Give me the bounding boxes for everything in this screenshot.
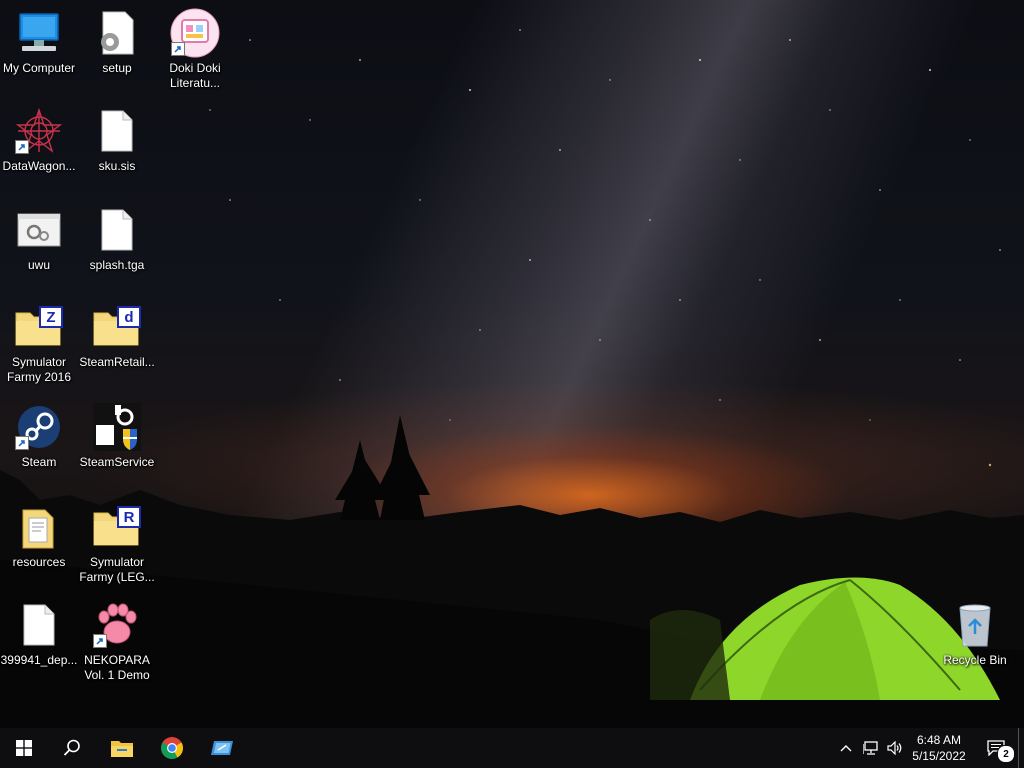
datawagon-icon (13, 106, 65, 156)
icon-label: My Computer (2, 61, 76, 75)
shortcut-arrow-icon (171, 42, 185, 56)
remote-desktop-icon (211, 741, 233, 755)
icon-label: sku.sis (98, 159, 136, 173)
icon-label: resources (12, 555, 66, 569)
desktop-icon-splash-tga[interactable]: splash.tga (78, 205, 156, 273)
desktop-icon-symulator-farmy-leg[interactable]: R Symulator Farmy (LEG... (78, 502, 156, 585)
svg-text:R: R (124, 509, 135, 526)
desktop-icon-symulator-farmy-2016[interactable]: Z Symulator Farmy 2016 (0, 302, 78, 385)
steam-icon (13, 402, 65, 452)
action-center-button[interactable]: 2 (978, 728, 1015, 768)
folder-documents-icon (13, 502, 65, 552)
file-icon (91, 205, 143, 255)
svg-text:d: d (124, 309, 133, 326)
desktop-icon-recycle-bin[interactable]: Recycle Bin (936, 600, 1014, 668)
config-window-icon (13, 205, 65, 255)
icon-label: uwu (27, 258, 50, 272)
start-icon (16, 740, 32, 756)
desktop-icon-doki-doki[interactable]: Doki Doki Literatu... (156, 8, 234, 91)
shortcut-arrow-icon (15, 436, 29, 450)
search-button[interactable] (48, 728, 96, 768)
volume-button[interactable] (884, 728, 906, 768)
start-button[interactable] (0, 728, 48, 768)
icon-label: Recycle Bin (943, 653, 1007, 667)
show-hidden-icons-button[interactable] (836, 728, 856, 768)
svg-text:Z: Z (46, 309, 55, 326)
desktop-icon-nekopara[interactable]: NEKOPARA Vol. 1 Demo (78, 600, 156, 683)
speaker-icon (887, 741, 902, 755)
icon-label: splash.tga (89, 258, 145, 272)
show-desktop-button[interactable] (1018, 728, 1024, 768)
file-icon (13, 600, 65, 650)
notification-count-badge: 2 (997, 745, 1015, 763)
desktop-icon-uwu[interactable]: uwu (0, 205, 78, 273)
icon-label: 399941_dep... (0, 653, 78, 667)
desktop-icon-resources[interactable]: resources (0, 502, 78, 570)
desktop-icon-setup[interactable]: setup (78, 8, 156, 76)
chrome-icon (161, 737, 183, 759)
chevron-up-icon (840, 745, 852, 752)
clock-date: 5/15/2022 (912, 749, 966, 763)
icon-label: Symulator Farmy 2016 (6, 355, 72, 384)
stars (209, 29, 1001, 467)
icon-label: Doki Doki Literatu... (169, 61, 221, 90)
setup-file-icon (91, 8, 143, 58)
network-icon (863, 741, 878, 755)
icon-label: SteamRetail... (79, 355, 155, 369)
steam-service-icon (91, 402, 143, 452)
folder-icon: d (91, 302, 143, 352)
search-icon (63, 739, 80, 756)
icon-label: SteamService (79, 455, 155, 469)
desktop-icon-datawagon[interactable]: DataWagon... (0, 106, 78, 174)
icon-label: Steam (21, 455, 57, 469)
folder-icon: Z (13, 302, 65, 352)
network-button[interactable] (860, 728, 882, 768)
clock-button[interactable]: 6:48 AM 5/15/2022 (906, 728, 972, 768)
recycle-bin-icon (949, 600, 1001, 650)
desktop-icon-steamservice[interactable]: SteamService (78, 402, 156, 470)
ddlc-icon (169, 8, 221, 58)
icon-label: DataWagon... (2, 159, 76, 173)
taskbar: 6:48 AM 5/15/2022 2 (0, 728, 1024, 768)
computer-icon (13, 8, 65, 58)
icon-label: NEKOPARA Vol. 1 Demo (84, 653, 150, 682)
desktop-background[interactable]: My Computer DataWagon... uwu Z Symulator… (0, 0, 1024, 728)
clock-time: 6:48 AM (916, 733, 962, 747)
desktop-icon-sku-sis[interactable]: sku.sis (78, 106, 156, 174)
folder-icon: R (91, 502, 143, 552)
file-explorer-icon (111, 741, 133, 757)
file-icon (91, 106, 143, 156)
icon-label: Symulator Farmy (LEG... (79, 555, 155, 584)
file-explorer-button[interactable] (98, 728, 146, 768)
desktop-icon-steam[interactable]: Steam (0, 402, 78, 470)
shortcut-arrow-icon (93, 634, 107, 648)
chrome-button[interactable] (148, 728, 196, 768)
remote-desktop-button[interactable] (198, 728, 246, 768)
notification-count: 2 (1003, 748, 1009, 760)
icon-label: setup (102, 61, 132, 75)
shortcut-arrow-icon (15, 140, 29, 154)
desktop-icon-my-computer[interactable]: My Computer (0, 8, 78, 76)
paw-icon (91, 600, 143, 650)
desktop-icon-399941-dep[interactable]: 399941_dep... (0, 600, 78, 668)
desktop-icon-steamretail[interactable]: d SteamRetail... (78, 302, 156, 370)
pine-trees (335, 415, 430, 520)
